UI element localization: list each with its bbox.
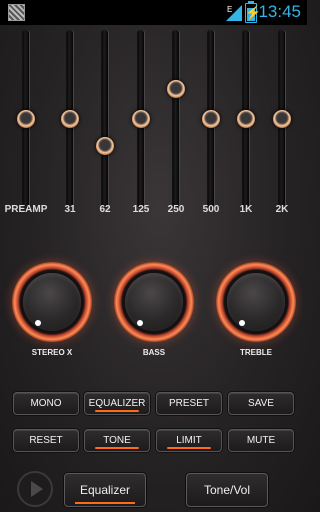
reset-button[interactable]: RESET bbox=[13, 429, 79, 452]
bass-knob[interactable] bbox=[114, 262, 194, 342]
eq-slider-2k[interactable] bbox=[264, 30, 300, 210]
knob-cap bbox=[227, 273, 285, 331]
slider-thumb[interactable] bbox=[17, 110, 35, 128]
eq-slider-1k[interactable] bbox=[228, 30, 264, 210]
eq-band-label: PREAMP bbox=[4, 204, 48, 215]
bass-label: BASS bbox=[142, 348, 166, 357]
slider-thumb[interactable] bbox=[237, 110, 255, 128]
slider-track[interactable] bbox=[102, 30, 108, 208]
eq-slider-250[interactable] bbox=[158, 30, 194, 210]
limit-button[interactable]: LIMIT bbox=[156, 429, 222, 452]
signal-icon: E bbox=[226, 5, 242, 21]
eq-slider-62[interactable] bbox=[87, 30, 123, 210]
eq-slider-500[interactable] bbox=[193, 30, 229, 210]
charging-bolt-icon: ⚡ bbox=[245, 5, 262, 20]
knob-indicator bbox=[35, 320, 41, 326]
notification-icon bbox=[8, 4, 25, 21]
play-icon[interactable] bbox=[17, 471, 53, 507]
tone-button[interactable]: TONE bbox=[84, 429, 150, 452]
slider-thumb[interactable] bbox=[61, 110, 79, 128]
preset-button[interactable]: PRESET bbox=[156, 392, 222, 415]
treble-label: TREBLE bbox=[240, 348, 272, 357]
equalizer-panel: PREAMP 31 62 125 250 500 1K 2K bbox=[0, 25, 307, 225]
equalizer-button[interactable]: EQUALIZER bbox=[84, 392, 150, 415]
eq-slider-31[interactable] bbox=[52, 30, 88, 210]
eq-band-label: 2K bbox=[275, 204, 289, 215]
status-bar: E ⚡ 13:45 bbox=[0, 0, 307, 25]
slider-thumb[interactable] bbox=[96, 137, 114, 156]
knob-cap bbox=[23, 273, 81, 331]
mute-button[interactable]: MUTE bbox=[228, 429, 294, 452]
slider-thumb[interactable] bbox=[167, 79, 185, 98]
save-button[interactable]: SAVE bbox=[228, 392, 294, 415]
eq-slider-125[interactable] bbox=[123, 30, 159, 210]
stereo-x-knob[interactable] bbox=[12, 262, 92, 342]
stereo-x-label: STEREO X bbox=[31, 348, 73, 357]
clock: 13:45 bbox=[258, 2, 301, 21]
eq-slider-preamp[interactable] bbox=[8, 30, 44, 210]
treble-knob[interactable] bbox=[216, 262, 296, 342]
tone-vol-tab[interactable]: Tone/Vol bbox=[186, 473, 268, 507]
svg-text:E: E bbox=[227, 5, 232, 14]
slider-thumb[interactable] bbox=[132, 110, 150, 128]
slider-thumb[interactable] bbox=[273, 110, 291, 128]
knob-cap bbox=[125, 273, 183, 331]
knob-indicator bbox=[137, 320, 143, 326]
slider-thumb[interactable] bbox=[202, 110, 220, 128]
slider-track[interactable] bbox=[173, 30, 179, 208]
equalizer-tab[interactable]: Equalizer bbox=[64, 473, 146, 507]
knob-indicator bbox=[239, 320, 245, 326]
mono-button[interactable]: MONO bbox=[13, 392, 79, 415]
